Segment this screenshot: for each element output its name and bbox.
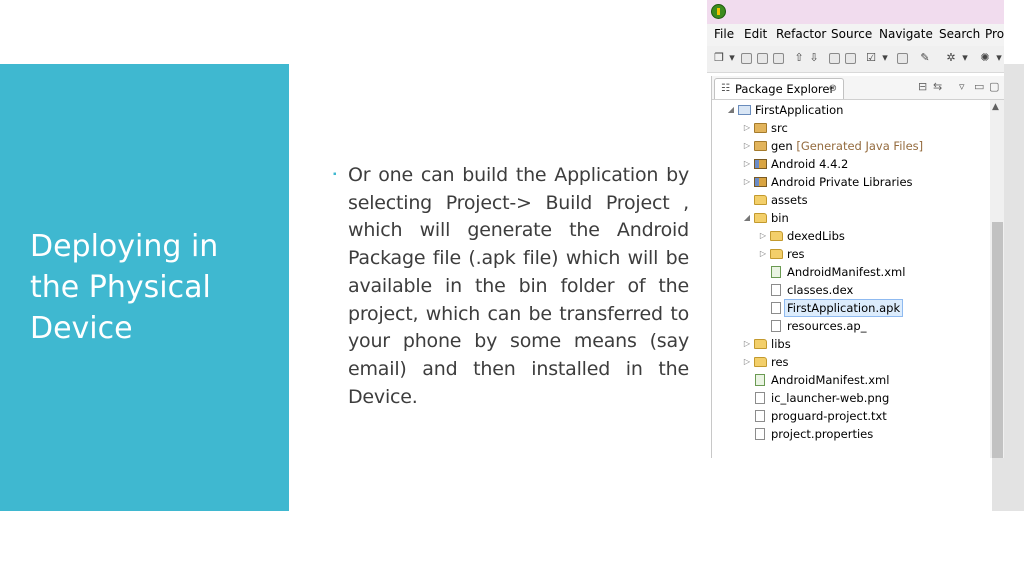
- download-icon[interactable]: ⇩: [808, 52, 820, 64]
- menu-bar: File Edit Refactor Source Navigate Searc…: [707, 24, 1004, 46]
- scroll-up-icon[interactable]: ▲: [992, 102, 999, 112]
- tab-label: Package Explorer: [735, 82, 835, 96]
- collapsed-twisty-icon[interactable]: ▷: [742, 335, 752, 353]
- maximize-icon[interactable]: ▢: [989, 81, 999, 93]
- library-icon: [754, 177, 767, 187]
- project-tree: ◢ FirstApplication ▷ src ▷ gen [Generate…: [726, 101, 924, 441]
- xml-file-icon: [771, 266, 781, 278]
- file-icon: [771, 320, 781, 332]
- bullet-text: Or one can build the Application by sele…: [348, 164, 689, 408]
- bullet-list: ▪ Or one can build the Application by se…: [333, 162, 689, 411]
- title-line-2: the Physical: [30, 270, 211, 305]
- library-icon: [754, 159, 767, 169]
- expanded-twisty-icon[interactable]: ◢: [742, 209, 752, 227]
- menu-file[interactable]: File: [714, 27, 734, 41]
- folder-icon: [770, 249, 783, 259]
- expanded-twisty-icon[interactable]: ◢: [726, 101, 736, 119]
- generated-files-decoration: [Generated Java Files]: [796, 139, 924, 153]
- file-icon: [755, 392, 765, 404]
- package-explorer-view: ☷ Package Explorer ⊗ ⊟ ⇆ ▿ ▭ ▢ ◢ FirstAp…: [711, 76, 1004, 458]
- toolbar: ❐ ▾ ⇧ ⇩ ☑ ▾ ✎ ✲ ▾ ✺ ▾: [707, 46, 1004, 73]
- collapse-all-icon[interactable]: ⊟: [918, 81, 927, 93]
- package-explorer-icon: ☷: [721, 83, 730, 94]
- folder-icon: [770, 231, 783, 241]
- eclipse-screenshot: File Edit Refactor Source Navigate Searc…: [707, 0, 1004, 458]
- folder-icon: [754, 195, 767, 205]
- save-all-icon[interactable]: [757, 53, 768, 64]
- menu-refactor[interactable]: Refactor: [776, 27, 826, 41]
- dropdown-arrow-icon[interactable]: ▾: [726, 52, 738, 64]
- collapsed-twisty-icon[interactable]: ▷: [742, 353, 752, 371]
- vertical-scrollbar[interactable]: ▲: [990, 100, 1004, 458]
- title-line-1: Deploying in: [30, 229, 219, 264]
- menu-project[interactable]: Pro: [985, 27, 1004, 41]
- upload-icon[interactable]: ⇧: [793, 52, 805, 64]
- title-line-3: Device: [30, 311, 133, 346]
- link-editor-icon[interactable]: ⇆: [933, 81, 942, 93]
- menu-navigate[interactable]: Navigate: [879, 27, 933, 41]
- dropdown-arrow-icon[interactable]: ▾: [879, 52, 891, 64]
- save-icon[interactable]: [741, 53, 752, 64]
- checkbox-icon[interactable]: ☑: [865, 52, 877, 64]
- selected-item-label: FirstApplication.apk: [784, 299, 904, 317]
- print-icon[interactable]: [773, 53, 784, 64]
- file-icon: [755, 428, 765, 440]
- tab-package-explorer[interactable]: ☷ Package Explorer ⊗: [714, 78, 844, 99]
- collapsed-twisty-icon[interactable]: ▷: [758, 245, 768, 263]
- folder-icon: [754, 357, 767, 367]
- file-icon: [771, 284, 781, 296]
- menu-source[interactable]: Source: [831, 27, 872, 41]
- folder-icon: [754, 339, 767, 349]
- slide-title: Deploying in the Physical Device: [30, 226, 280, 349]
- bullet-icon: ▪: [333, 169, 337, 180]
- android-sdk-icon[interactable]: [829, 53, 840, 64]
- window-titlebar: [707, 0, 1004, 24]
- menu-search[interactable]: Search: [939, 27, 980, 41]
- collapsed-twisty-icon[interactable]: ▷: [758, 227, 768, 245]
- file-icon: [771, 302, 781, 314]
- package-folder-icon: [754, 123, 767, 133]
- dropdown-arrow-icon[interactable]: ▾: [959, 52, 971, 64]
- new-icon[interactable]: ❐: [713, 52, 725, 64]
- collapsed-twisty-icon[interactable]: ▷: [742, 155, 752, 173]
- collapsed-twisty-icon[interactable]: ▷: [742, 173, 752, 191]
- tools-icon[interactable]: ✎: [919, 52, 931, 64]
- folder-icon: [754, 213, 767, 223]
- xml-file-icon: [755, 374, 765, 386]
- close-icon[interactable]: ⊗: [829, 79, 837, 99]
- minimize-icon[interactable]: ▭: [974, 81, 984, 93]
- collapsed-twisty-icon[interactable]: ▷: [742, 119, 752, 137]
- eclipse-icon: [711, 4, 726, 19]
- view-header: ☷ Package Explorer ⊗ ⊟ ⇆ ▿ ▭ ▢: [712, 76, 1004, 100]
- package-folder-icon: [754, 141, 767, 151]
- collapsed-twisty-icon[interactable]: ▷: [742, 137, 752, 155]
- menu-edit[interactable]: Edit: [744, 27, 767, 41]
- lint-icon[interactable]: [897, 53, 908, 64]
- scrollbar-thumb[interactable]: [992, 222, 1003, 458]
- file-icon: [755, 410, 765, 422]
- run-icon[interactable]: ✺: [979, 52, 991, 64]
- project-icon: [738, 105, 751, 115]
- debug-icon[interactable]: ✲: [945, 52, 957, 64]
- avd-manager-icon[interactable]: [845, 53, 856, 64]
- dropdown-arrow-icon[interactable]: ▾: [993, 52, 1004, 64]
- view-menu-icon[interactable]: ▿: [959, 81, 965, 93]
